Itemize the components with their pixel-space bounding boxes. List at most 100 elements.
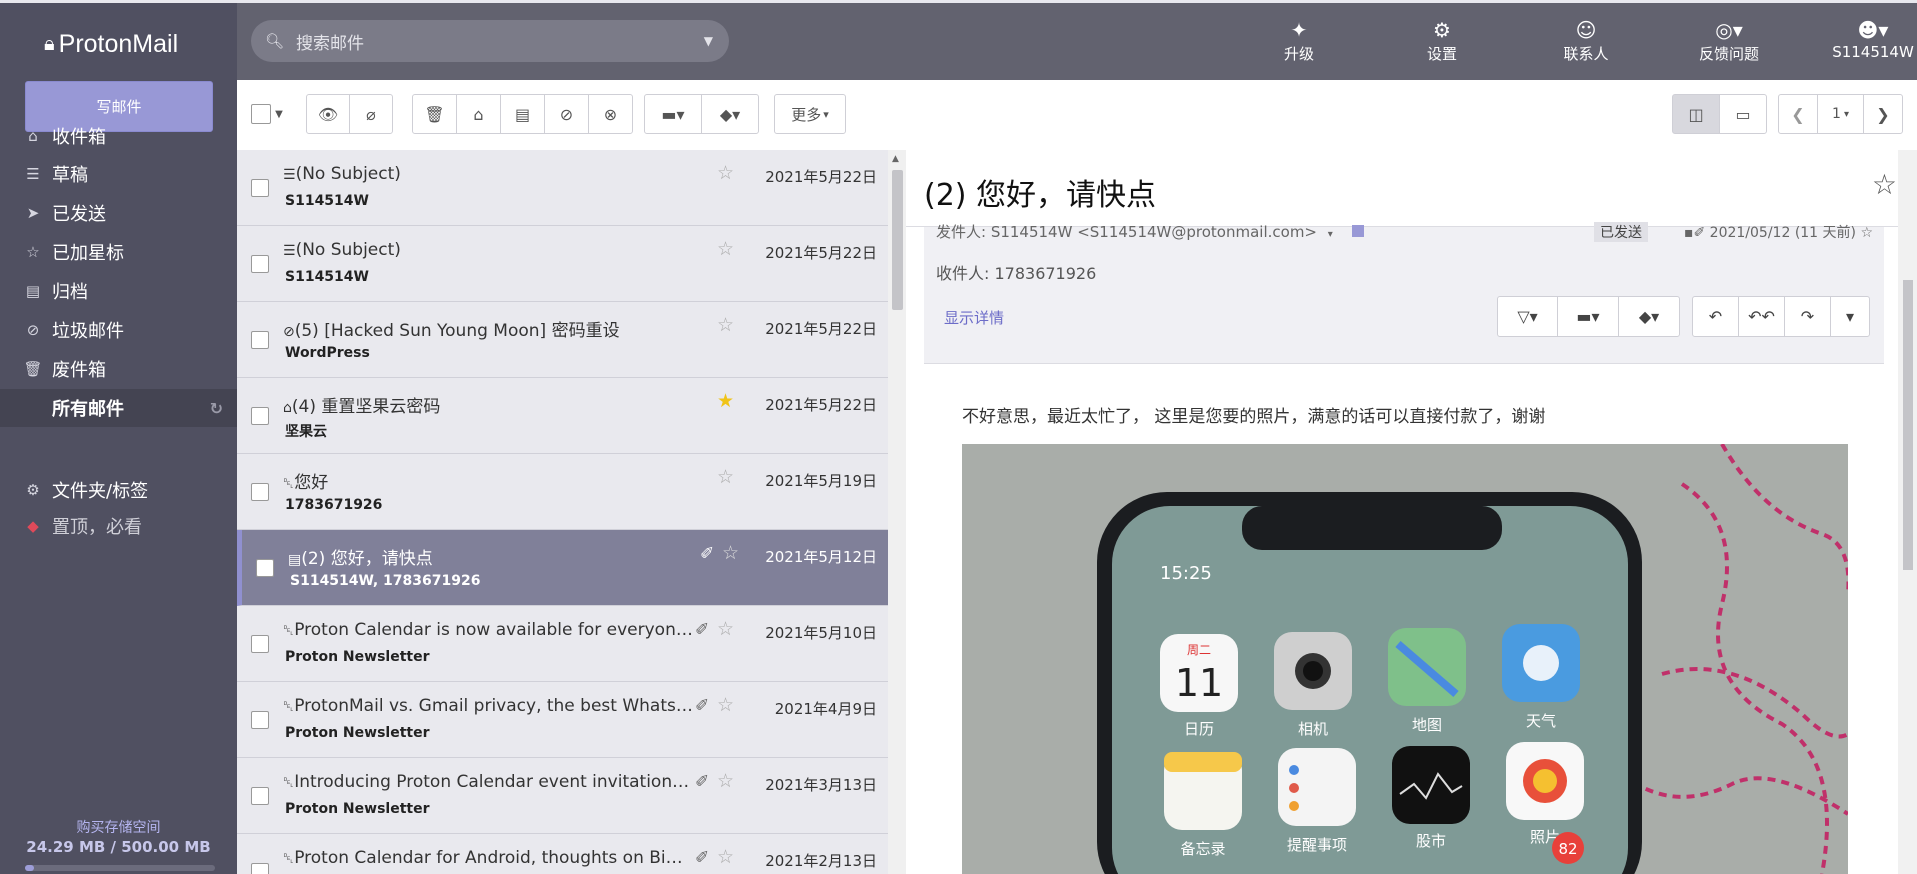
message-body: 不好意思，最近太忙了， 这里是您要的照片，满意的话可以直接付款了，谢谢 <box>962 407 1546 427</box>
show-details-link[interactable]: 显示详情 <box>944 307 1004 328</box>
sidebar-item-inbox[interactable]: ⌂ 收件箱 <box>0 117 237 155</box>
star-icon[interactable]: ☆ <box>717 694 734 716</box>
message-checkbox[interactable] <box>251 179 269 197</box>
sidebar-item-spam[interactable]: ⊘ 垃圾邮件 <box>0 311 237 349</box>
mark-unread-button[interactable]: ⌀ <box>349 94 393 134</box>
star-icon[interactable]: ☆ <box>717 618 734 640</box>
star-icon[interactable]: ★ <box>717 390 734 412</box>
filter-button[interactable]: ▽▾ <box>1497 296 1558 337</box>
scroll-up-icon[interactable]: ▲ <box>892 154 899 164</box>
svg-text:提醒事项: 提醒事项 <box>1287 836 1347 854</box>
chevron-down-icon[interactable]: ▾ <box>1328 229 1333 240</box>
message-row[interactable]: ␡Proton Calendar is now available for ev… <box>237 606 889 682</box>
prev-page-button[interactable]: ❮ <box>1778 94 1818 134</box>
nav-contacts[interactable]: ☺ 联系人 <box>1531 17 1641 64</box>
nav-feedback[interactable]: ◎▾ 反馈问题 <box>1674 17 1784 64</box>
message-row[interactable]: ␡Introducing Proton Calendar event invit… <box>237 758 889 834</box>
nav-label: 升级 <box>1283 45 1314 63</box>
sent-time: ▪✐ 2021/05/12 (11 天前) ☆ <box>1684 225 1874 241</box>
message-date: 2021年5月22日 <box>765 320 877 338</box>
message-subject: ␡ProtonMail vs. Gmail privacy, the best … <box>283 696 693 716</box>
spam-button[interactable]: ⊘ <box>544 94 589 134</box>
message-row[interactable]: ☰(No Subject) S114514W ☆ 2021年5月22日 <box>237 150 889 226</box>
sidebar-item-pinned-label[interactable]: ◆ 置顶，必看 <box>0 507 237 545</box>
next-page-button[interactable]: ❯ <box>1863 94 1903 134</box>
support-icon: ◎▾ <box>1715 18 1743 42</box>
storage-bar <box>25 865 215 871</box>
message-checkbox[interactable] <box>251 635 269 653</box>
logo[interactable]: 🔒︎ ProtonMail <box>44 30 178 59</box>
select-all-checkbox[interactable]: ▼ <box>246 94 288 134</box>
scrollbar-thumb[interactable] <box>1903 280 1913 570</box>
message-row[interactable]: ▤(2) 您好，请快点 S114514W, 1783671926 ✐ ☆ 2021年5月… <box>237 530 889 606</box>
star-icon[interactable]: ☆ <box>717 770 734 792</box>
list-scrollbar[interactable]: ▲ <box>888 150 906 874</box>
sidebar-item-sent[interactable]: ➤ 已发送 <box>0 194 237 232</box>
star-icon[interactable]: ☆ <box>717 238 734 260</box>
buy-storage-link[interactable]: 购买存储空间 <box>0 817 237 837</box>
delete-button[interactable]: 🗑︎ <box>412 94 457 134</box>
archive-button[interactable]: ▤ <box>500 94 545 134</box>
svg-text:天气: 天气 <box>1526 712 1556 730</box>
send-icon: ➤ <box>26 204 40 222</box>
move-folder-button[interactable]: ▬▾ <box>1557 296 1619 337</box>
message-checkbox[interactable] <box>251 331 269 349</box>
message-row[interactable]: ␡ProtonMail vs. Gmail privacy, the best … <box>237 682 889 758</box>
forward-button[interactable]: ↷ <box>1784 296 1831 337</box>
sidebar-item-folders-labels[interactable]: ⚙ 文件夹/标签 <box>0 471 237 509</box>
message-row[interactable]: ☰(No Subject) S114514W ☆ 2021年5月22日 <box>237 226 889 302</box>
star-icon[interactable]: ☆ <box>717 162 734 184</box>
mark-read-button[interactable]: 👁︎ <box>306 94 350 134</box>
chevron-down-icon[interactable]: ▼ <box>704 34 713 48</box>
star-icon[interactable]: ☆ <box>1860 225 1873 241</box>
column-layout-button[interactable]: ◫ <box>1672 94 1720 134</box>
sender-line[interactable]: 发件人: S114514W <S114514W@protonmail.com> … <box>936 221 1364 242</box>
message-checkbox[interactable] <box>251 711 269 729</box>
reply-button[interactable]: ↶ <box>1692 296 1739 337</box>
top-header: 🔍︎ 搜索邮件 ▼ ✦ 升级 ⚙ 设置 ☺ 联系人 ◎▾ 反馈问题 ☻▾ S11… <box>237 3 1917 80</box>
star-icon[interactable]: ☆ <box>717 466 734 488</box>
nav-account[interactable]: ☻▾ S114514W <box>1803 17 1917 61</box>
message-checkbox[interactable] <box>251 483 269 501</box>
nav-settings[interactable]: ⚙ 设置 <box>1387 17 1497 64</box>
status-badge: 已发送 <box>1594 222 1648 242</box>
reply-all-button[interactable]: ↶↶ <box>1738 296 1785 337</box>
nav-upgrade[interactable]: ✦ 升级 <box>1244 17 1354 64</box>
sidebar-item-trash[interactable]: 🗑︎ 废件箱 <box>0 350 237 388</box>
move-folder-button[interactable]: ▬▾ <box>644 94 702 134</box>
sidebar-item-starred[interactable]: ☆ 已加星标 <box>0 233 237 271</box>
message-row[interactable]: ⌂(4) 重置坚果云密码 坚果云 ★ 2021年5月22日 <box>237 378 889 454</box>
nav-label: 设置 <box>1426 45 1457 63</box>
search-input[interactable]: 🔍︎ 搜索邮件 ▼ <box>251 20 729 62</box>
message-checkbox[interactable] <box>251 863 269 874</box>
star-icon[interactable]: ☆ <box>717 846 734 868</box>
message-checkbox[interactable] <box>251 255 269 273</box>
message-checkbox[interactable] <box>251 787 269 805</box>
more-actions-button[interactable]: ▾ <box>1830 296 1870 337</box>
star-icon: ☆ <box>26 243 40 261</box>
star-icon[interactable]: ☆ <box>722 542 739 564</box>
trash-icon: ␡ <box>283 775 295 791</box>
move-inbox-button[interactable]: ⌂ <box>456 94 501 134</box>
sidebar-item-drafts[interactable]: ☰ 草稿 <box>0 155 237 193</box>
message-row[interactable]: ␡您好 1783671926 ☆ 2021年5月19日 <box>237 454 889 530</box>
page-select[interactable]: 1 ▾ <box>1817 94 1864 134</box>
star-icon[interactable]: ☆ <box>717 314 734 336</box>
reader-scrollbar[interactable] <box>1898 150 1917 874</box>
star-icon[interactable]: ☆ <box>1872 168 1897 201</box>
block-button[interactable]: ⊗ <box>588 94 633 134</box>
sidebar-item-all-mail[interactable]: 所有邮件 ↻ <box>0 389 237 427</box>
sidebar-item-label: 垃圾邮件 <box>52 321 124 342</box>
row-layout-button[interactable]: ▭ <box>1719 94 1767 134</box>
refresh-icon[interactable]: ↻ <box>210 399 223 418</box>
message-checkbox[interactable] <box>256 559 274 577</box>
label-button[interactable]: ◆▾ <box>1618 296 1680 337</box>
message-checkbox[interactable] <box>251 407 269 425</box>
message-row[interactable]: ␡Proton Calendar for Android, thoughts o… <box>237 834 889 874</box>
label-button[interactable]: ◆▾ <box>701 94 759 134</box>
scrollbar-thumb[interactable] <box>892 170 903 310</box>
sidebar-item-archive[interactable]: ▤ 归档 <box>0 272 237 310</box>
more-button[interactable]: 更多 ▾ <box>774 94 846 134</box>
message-sender: S114514W <box>285 269 369 285</box>
message-row[interactable]: ⊘(5) [Hacked Sun Young Moon] 密码重设 WordPre… <box>237 302 889 378</box>
